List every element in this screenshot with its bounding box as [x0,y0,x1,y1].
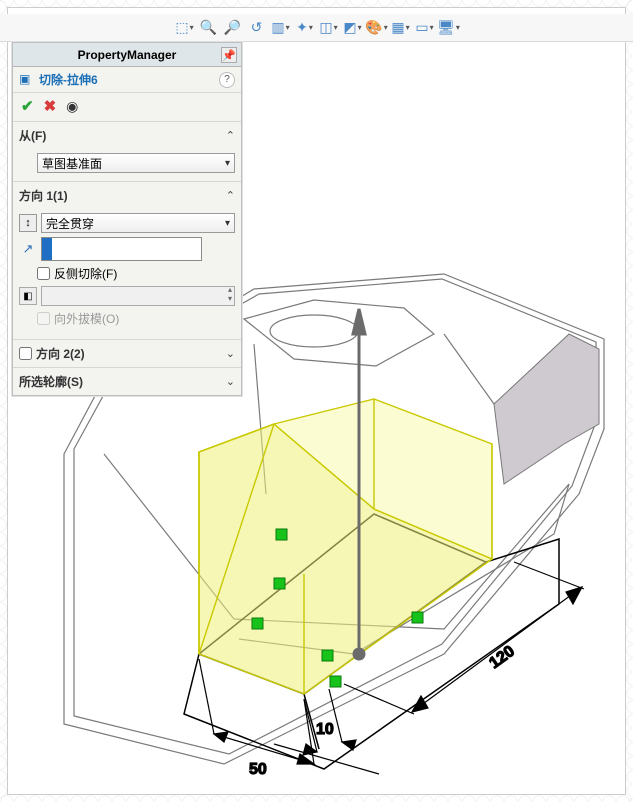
draft-icon[interactable]: ◧ [19,287,37,305]
orientation-icon[interactable]: ⬚▾ [176,19,194,37]
section-dir2-header[interactable]: 方向 2(2) ⌄ [13,340,241,367]
edit-appearance-icon[interactable]: 🎨▾ [368,19,386,37]
section-view-icon[interactable]: ▥▾ [272,19,290,37]
hide-show-icon[interactable]: ◩▾ [344,19,362,37]
flip-side-checkbox[interactable] [37,267,50,280]
section-from-header[interactable]: 从(F) ⌃ [13,122,241,149]
chevron-up-icon: ⌃ [226,189,235,202]
draft-angle-spinner[interactable] [41,286,235,306]
from-select[interactable]: 草图基准面 [37,153,235,173]
ok-button[interactable]: ✔ [21,97,34,115]
feature-name: 切除-拉伸6 [39,71,219,88]
property-manager-panel: PropertyManager 📌 ▣ 切除-拉伸6 ? ✔ ✖ ◉ 从(F) … [12,42,242,396]
preview-icon[interactable]: ◉ [66,98,78,115]
previous-view-icon[interactable]: ↺ [248,19,266,37]
direction-vector-icon[interactable]: ↗ [19,241,37,257]
section-dir1: 方向 1(1) ⌃ ↕ 完全贯穿 ↗ 反侧切除(F) [13,182,241,340]
display-style-icon[interactable]: ◫▾ [320,19,338,37]
section-contour: 所选轮廓(S) ⌄ [13,368,241,395]
apply-scene-icon[interactable]: ▦▾ [392,19,410,37]
flip-side-label: 反侧切除(F) [54,265,117,282]
zoom-fit-icon[interactable]: 🔍 [200,19,218,37]
cancel-button[interactable]: ✖ [44,97,57,115]
draft-outward-checkbox [37,312,50,325]
dir2-enable-checkbox[interactable] [19,347,32,360]
cut-extrude-icon: ▣ [19,72,35,88]
chevron-down-icon: ⌄ [226,375,235,388]
display-state-icon[interactable]: 🖥▾ [440,19,458,37]
section-dir2: 方向 2(2) ⌄ [13,340,241,368]
help-icon[interactable]: ? [219,72,235,88]
chevron-up-icon: ⌃ [226,129,235,142]
section-from: 从(F) ⌃ 草图基准面 [13,122,241,182]
draft-outward-label: 向外拔模(O) [54,310,119,327]
zoom-area-icon[interactable]: 🔎 [224,19,242,37]
direction-reference-input[interactable] [41,237,202,261]
view-settings-icon[interactable]: ✦▾ [296,19,314,37]
reverse-direction-icon[interactable]: ↕ [19,214,37,232]
view-toolbar: ⬚▾ 🔍 🔎 ↺ ▥▾ ✦▾ ◫▾ ◩▾ 🎨▾ ▦▾ ▭▾ 🖥▾ [0,14,633,42]
view-settings2-icon[interactable]: ▭▾ [416,19,434,37]
chevron-down-icon: ⌄ [226,347,235,360]
end-condition-select[interactable]: 完全贯穿 [41,213,235,233]
section-contour-header[interactable]: 所选轮廓(S) ⌄ [13,368,241,395]
pin-icon[interactable]: 📌 [221,47,237,63]
section-dir1-header[interactable]: 方向 1(1) ⌃ [13,182,241,209]
pm-title: PropertyManager [78,48,177,62]
pm-header: PropertyManager 📌 [13,43,241,67]
